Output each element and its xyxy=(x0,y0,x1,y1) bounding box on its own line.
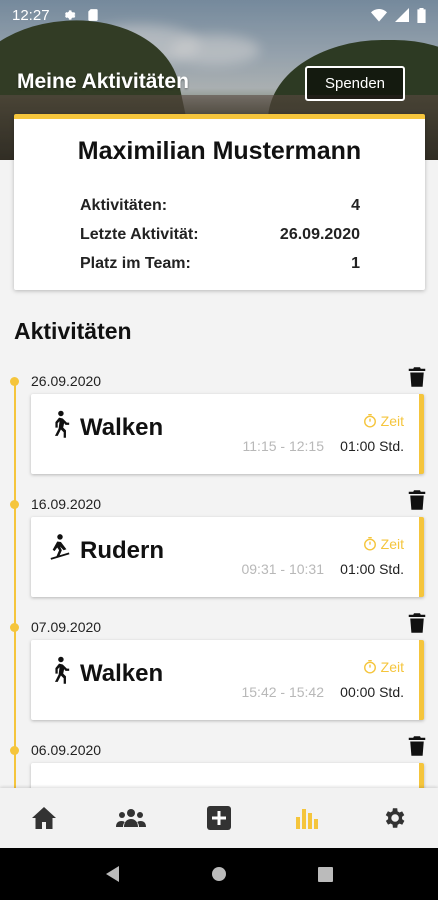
entry-date: 06.09.2020 xyxy=(31,742,102,758)
status-time: 12:27 xyxy=(12,6,50,24)
home-icon xyxy=(31,807,56,829)
nav-team[interactable] xyxy=(111,798,151,838)
activity-card[interactable]: Walken Zeit 15:42 - 15:42 00:00 Std. xyxy=(31,640,424,720)
wifi-icon xyxy=(371,9,387,22)
delete-icon[interactable] xyxy=(408,490,426,510)
stat-value: 4 xyxy=(351,197,360,214)
entry-date: 26.09.2020 xyxy=(31,373,102,389)
nav-settings[interactable] xyxy=(374,798,414,838)
stat-row-team-rank: Platz im Team: 1 xyxy=(80,255,360,284)
battery-icon xyxy=(417,7,426,23)
sd-card-icon xyxy=(87,9,98,21)
nav-statistics[interactable] xyxy=(287,798,327,838)
delete-icon[interactable] xyxy=(408,736,426,756)
timer-icon xyxy=(363,660,376,674)
walking-icon xyxy=(54,410,70,438)
stat-row-last-activity: Letzte Aktivität: 26.09.2020 xyxy=(80,226,360,255)
timeline-dot xyxy=(10,623,19,632)
time-label: Zeit xyxy=(363,536,404,552)
donate-button[interactable]: Spenden xyxy=(305,66,405,101)
stat-label: Aktivitäten: xyxy=(80,197,168,214)
bottom-navigation xyxy=(0,788,438,848)
entry-date: 16.09.2020 xyxy=(31,496,102,512)
back-icon[interactable] xyxy=(105,865,121,883)
stat-value: 1 xyxy=(351,255,360,272)
team-icon xyxy=(116,809,147,827)
settings-status-icon xyxy=(64,10,75,20)
settings-icon xyxy=(385,808,405,828)
activity-name: Walken xyxy=(80,660,164,687)
timeline-entry: 26.09.2020 Walken Zeit 11:15 - 12:15 01:… xyxy=(0,367,438,500)
page-title: Meine Aktivitäten xyxy=(17,70,189,93)
delete-icon[interactable] xyxy=(408,613,426,633)
stat-label: Platz im Team: xyxy=(80,255,191,272)
activity-time-range: 11:15 - 12:15 xyxy=(242,438,324,454)
home-circle-icon[interactable] xyxy=(211,866,227,882)
timer-icon xyxy=(363,537,376,551)
walking-icon xyxy=(54,656,70,684)
activity-duration: 00:00 Std. xyxy=(340,684,404,700)
stat-row-activities: Aktivitäten: 4 xyxy=(80,197,360,226)
add-icon xyxy=(206,806,231,830)
timeline-dot xyxy=(10,377,19,386)
timeline-dot xyxy=(10,746,19,755)
time-label-text: Zeit xyxy=(380,536,404,552)
status-bar: 12:27 xyxy=(0,0,438,30)
activities-heading: Aktivitäten xyxy=(14,318,132,344)
recents-icon[interactable] xyxy=(317,866,333,882)
activity-time-range: 09:31 - 10:31 xyxy=(241,561,324,577)
activity-duration: 01:00 Std. xyxy=(340,438,404,454)
statistics-icon xyxy=(295,809,318,829)
rowing-icon xyxy=(50,534,70,560)
time-label: Zeit xyxy=(363,659,404,675)
profile-stats: Aktivitäten: 4 Letzte Aktivität: 26.09.2… xyxy=(80,197,360,284)
system-navigation-bar xyxy=(0,848,438,900)
delete-icon[interactable] xyxy=(408,367,426,387)
timeline-entry: 07.09.2020 Walken Zeit 15:42 - 15:42 00:… xyxy=(0,613,438,746)
nav-home[interactable] xyxy=(24,798,64,838)
activity-name: Walken xyxy=(80,414,164,441)
time-label-text: Zeit xyxy=(380,659,404,675)
activity-card[interactable]: Walken Zeit 11:15 - 12:15 01:00 Std. xyxy=(31,394,424,474)
activity-name: Rudern xyxy=(80,537,164,564)
timeline-entry: 16.09.2020 Rudern Zeit 09:31 - 10:31 01:… xyxy=(0,490,438,623)
signal-icon xyxy=(395,8,409,22)
stat-label: Letzte Aktivität: xyxy=(80,226,199,243)
time-label: Zeit xyxy=(363,413,404,429)
profile-name: Maximilian Mustermann xyxy=(77,137,362,165)
nav-add[interactable] xyxy=(199,798,239,838)
profile-card: Maximilian Mustermann Aktivitäten: 4 Let… xyxy=(14,114,425,290)
stat-value: 26.09.2020 xyxy=(279,226,360,243)
activity-duration: 01:00 Std. xyxy=(340,561,404,577)
entry-date: 07.09.2020 xyxy=(31,619,102,635)
activity-time-range: 15:42 - 15:42 xyxy=(241,684,324,700)
time-label-text: Zeit xyxy=(380,413,404,429)
activity-card[interactable]: Rudern Zeit 09:31 - 10:31 01:00 Std. xyxy=(31,517,424,597)
timer-icon xyxy=(363,414,376,428)
timeline-dot xyxy=(10,500,19,509)
